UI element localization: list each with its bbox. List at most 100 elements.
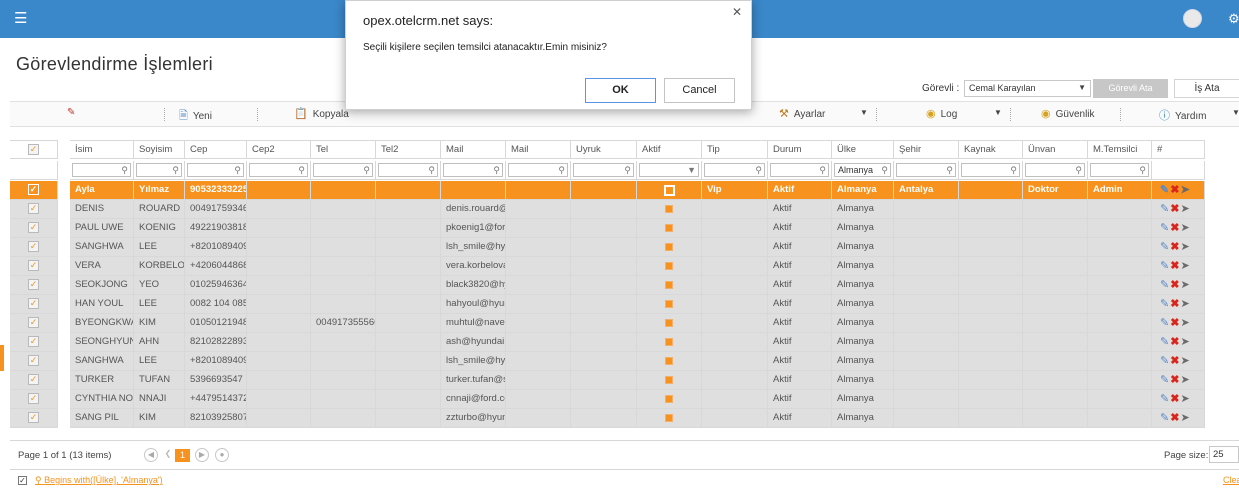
assign-representative-button[interactable]: Görevli Ata	[1093, 79, 1168, 98]
settings-button[interactable]: ⚒ Ayarlar	[779, 107, 825, 120]
delete-icon[interactable]: ✖	[1170, 276, 1179, 294]
active-checkbox[interactable]	[665, 319, 673, 327]
select-all-cell[interactable]: ✓	[10, 140, 58, 159]
row-checkbox[interactable]: ✓	[28, 317, 39, 328]
column-header[interactable]: Aktif	[637, 140, 702, 159]
edit-icon[interactable]: ✎	[1160, 200, 1169, 218]
column-filter-input[interactable]: Almanya ⚲	[834, 163, 891, 177]
column-header[interactable]: Uyruk	[571, 140, 637, 159]
chevron-down-icon[interactable]: ▼	[860, 108, 868, 117]
table-row[interactable]: ✓ AylaYılmaz905323332255 VipAktifAlmanyaAn…	[10, 181, 1239, 200]
assign-icon[interactable]: ➤	[1180, 257, 1189, 275]
filter-icon[interactable]: ⚲	[881, 164, 888, 176]
row-select-cell[interactable]: ✓	[10, 333, 58, 352]
column-filter-input[interactable]: ⚲	[896, 163, 956, 177]
table-row[interactable]: ✓ HAN YOULLEE0082 104 085 7 hahyoul@hyunda…	[10, 295, 1239, 314]
table-row[interactable]: ✓ TURKERTUFAN5396693547 turker.tufan@shell…	[10, 371, 1239, 390]
row-select-cell[interactable]: ✓	[10, 295, 58, 314]
column-header[interactable]: Cep	[185, 140, 247, 159]
table-row[interactable]: ✓ VERAKORBELOVA+420604486802 vera.korbelov…	[10, 257, 1239, 276]
new-button[interactable]: 🗎 Yeni	[179, 107, 212, 126]
next-page-icon[interactable]: ▶	[195, 448, 209, 462]
current-page-button[interactable]: 1	[175, 449, 190, 462]
assign-icon[interactable]: ➤	[1180, 409, 1189, 427]
active-checkbox[interactable]	[665, 414, 673, 422]
column-header[interactable]: Durum	[768, 140, 832, 159]
active-checkbox[interactable]	[665, 300, 673, 308]
filter-icon[interactable]: ⚲	[1010, 164, 1017, 176]
delete-icon[interactable]: ✖	[1170, 333, 1179, 351]
column-filter-input[interactable]: ⚲	[136, 163, 182, 177]
active-checkbox[interactable]	[665, 281, 673, 289]
column-header[interactable]: Tel	[311, 140, 376, 159]
row-checkbox[interactable]: ✓	[28, 222, 39, 233]
filter-expression-link[interactable]: ⚲ Begins with([Ülke], 'Almanya')	[35, 475, 163, 486]
row-select-cell[interactable]: ✓	[10, 390, 58, 409]
active-checkbox[interactable]	[665, 243, 673, 251]
column-filter-input[interactable]: ⚲	[770, 163, 829, 177]
delete-icon[interactable]: ✖	[1170, 314, 1179, 332]
edit-icon[interactable]: ✎	[1160, 371, 1169, 389]
delete-icon[interactable]: ✖	[1170, 238, 1179, 256]
row-select-cell[interactable]: ✓	[10, 200, 58, 219]
column-filter-input[interactable]: ⚲	[1090, 163, 1149, 177]
filter-icon[interactable]: ⚲	[121, 164, 128, 176]
edit-icon[interactable]: ✎	[1160, 257, 1169, 275]
gear-icon[interactable]: ⚙	[1228, 11, 1239, 27]
active-checkbox[interactable]	[665, 357, 673, 365]
filter-icon[interactable]: ⚲	[819, 164, 826, 176]
delete-icon[interactable]: ✖	[1170, 257, 1179, 275]
edit-icon[interactable]: ✎	[1160, 295, 1169, 313]
assign-icon[interactable]: ➤	[1180, 314, 1189, 332]
edit-icon[interactable]: ✎	[1160, 333, 1169, 351]
chevron-down-icon[interactable]: ▼	[994, 108, 1002, 117]
row-select-cell[interactable]: ✓	[10, 314, 58, 333]
filter-icon[interactable]: ⚲	[428, 164, 435, 176]
filter-icon[interactable]: ⚲	[1075, 164, 1082, 176]
row-checkbox[interactable]: ✓	[28, 393, 39, 404]
column-header[interactable]: Ünvan	[1023, 140, 1088, 159]
assign-icon[interactable]: ➤	[1180, 200, 1189, 218]
column-header[interactable]: Tel2	[376, 140, 441, 159]
filter-icon[interactable]: ⚲	[755, 164, 762, 176]
delete-icon[interactable]: ✖	[1170, 181, 1179, 199]
row-checkbox[interactable]: ✓	[28, 298, 39, 309]
column-filter-input[interactable]: ⚲	[508, 163, 568, 177]
active-checkbox[interactable]	[665, 224, 673, 232]
row-checkbox[interactable]: ✓	[28, 184, 39, 195]
assign-icon[interactable]: ➤	[1180, 238, 1189, 256]
filter-icon[interactable]: ⚲	[558, 164, 565, 176]
column-filter-input[interactable]: ⚲	[1025, 163, 1085, 177]
table-row[interactable]: ✓ SEONGHYUNAHN821028228937 ash@hyundai.com…	[10, 333, 1239, 352]
close-icon[interactable]: ✕	[732, 5, 742, 19]
filter-icon[interactable]: ⚲	[624, 164, 631, 176]
active-checkbox[interactable]	[665, 376, 673, 384]
column-header[interactable]: Soyisim	[134, 140, 185, 159]
select-all-checkbox[interactable]: ✓	[28, 144, 39, 155]
assign-icon[interactable]: ➤	[1180, 390, 1189, 408]
filter-enabled-checkbox[interactable]: ✓	[18, 476, 27, 485]
row-checkbox[interactable]: ✓	[28, 241, 39, 252]
filter-icon[interactable]: ⚲	[234, 164, 241, 176]
assign-icon[interactable]: ➤	[1180, 181, 1189, 199]
row-select-cell[interactable]: ✓	[10, 219, 58, 238]
column-header[interactable]: Kaynak	[959, 140, 1023, 159]
copy-button[interactable]: 📋 Kopyala	[294, 107, 349, 120]
clear-filter-link[interactable]: Clea	[1223, 475, 1239, 485]
table-row[interactable]: ✓ DENISROUARD00491759346761 denis.rouard@e…	[10, 200, 1239, 219]
row-select-cell[interactable]: ✓	[10, 276, 58, 295]
delete-icon[interactable]: ✖	[1170, 200, 1179, 218]
row-checkbox[interactable]: ✓	[28, 355, 39, 366]
chevron-down-icon[interactable]: ▼	[687, 164, 696, 176]
page-size-select[interactable]: 25▼	[1209, 446, 1239, 463]
filter-icon[interactable]: ⚲	[363, 164, 370, 176]
filter-icon[interactable]: ⚲	[946, 164, 953, 176]
active-checkbox[interactable]	[665, 338, 673, 346]
edit-icon[interactable]: ✎	[1160, 238, 1169, 256]
delete-icon[interactable]: ✖	[1170, 219, 1179, 237]
ok-button[interactable]: OK	[585, 78, 656, 103]
first-page-icon[interactable]: ◀	[144, 448, 158, 462]
row-checkbox[interactable]: ✓	[28, 279, 39, 290]
row-checkbox[interactable]: ✓	[28, 260, 39, 271]
delete-icon[interactable]: ✖	[1170, 390, 1179, 408]
